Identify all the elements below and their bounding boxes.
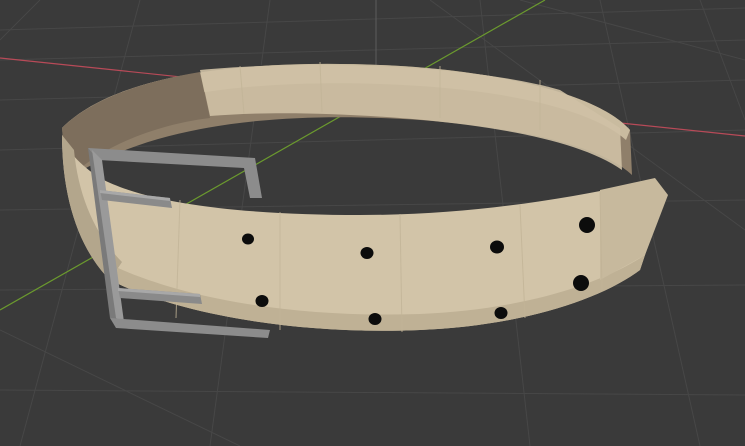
belt-hole (255, 295, 269, 307)
3d-viewport[interactable] (0, 0, 745, 446)
belt-hole (573, 275, 589, 291)
belt-hole (368, 313, 382, 325)
viewport-canvas[interactable] (0, 0, 745, 446)
belt-hole (360, 247, 374, 259)
belt-hole (242, 233, 254, 245)
belt-hole (579, 217, 595, 233)
belt-hole (490, 240, 504, 254)
belt-hole (494, 307, 508, 319)
